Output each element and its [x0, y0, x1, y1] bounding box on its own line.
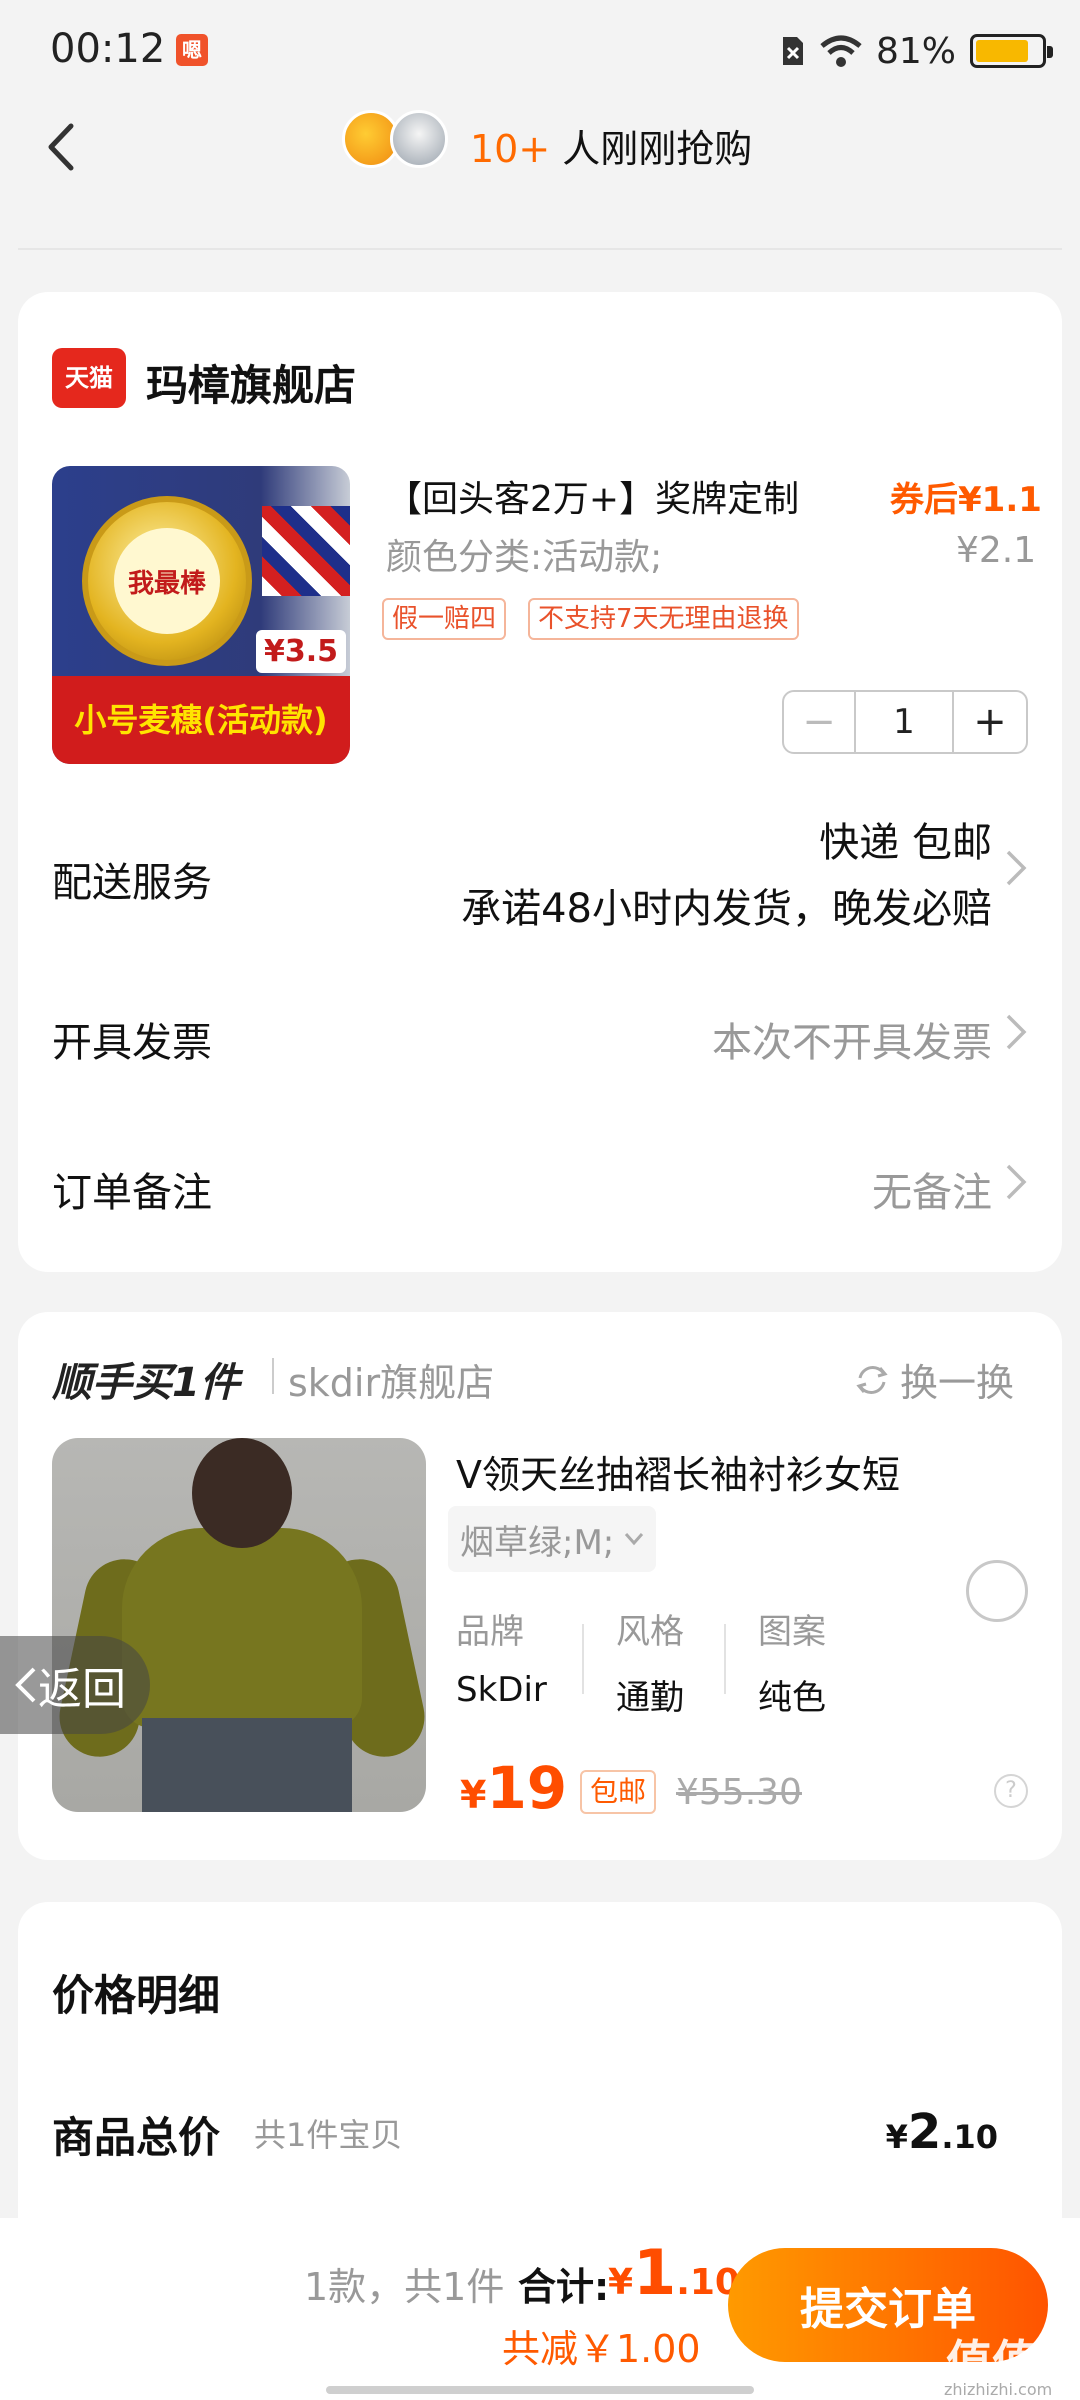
chevron-right-icon[interactable]: [1004, 1162, 1028, 1202]
status-indicators: 81%: [780, 26, 1054, 76]
attribute-value: SkDir: [456, 1670, 547, 1710]
price-after-coupon: 券后¥1.1: [890, 480, 1042, 520]
service-tag: 假一赔四: [382, 598, 507, 640]
addon-select-radio[interactable]: [966, 1560, 1028, 1622]
chevron-right-icon[interactable]: [1004, 848, 1028, 888]
divider: [18, 248, 1062, 250]
product-image[interactable]: 我最棒 ¥3.5 小号麦穗(活动款): [52, 466, 350, 764]
goods-count: 共1件宝贝: [254, 2116, 403, 2154]
attribute-key: 图案: [758, 1612, 826, 1652]
decrease-button[interactable]: −: [784, 692, 856, 752]
total-label: 合计:: [518, 2265, 610, 2309]
delivery-promise[interactable]: 承诺48小时内发货，晚发必赔: [461, 876, 992, 934]
app-notification-icon: 嗯: [176, 34, 208, 66]
tmall-logo: 天猫: [52, 348, 126, 408]
order-note-label: 订单备注: [52, 1170, 212, 1216]
chevron-right-icon[interactable]: [1004, 1012, 1028, 1052]
battery-percent: 81%: [876, 30, 957, 72]
addon-price-value: 19: [486, 1754, 568, 1822]
goods-total-label: 商品总价: [52, 2113, 221, 2162]
refresh-label: 换一换: [900, 1361, 1015, 1405]
quantity-stepper: − 1 +: [782, 690, 1028, 754]
price-detail-title: 价格明细: [52, 1971, 221, 2020]
addon-title: 顺手买1件: [52, 1360, 240, 1406]
delivery-label: 配送服务: [52, 860, 212, 906]
refresh-icon: [856, 1365, 888, 1394]
no-sim-icon: [783, 37, 803, 65]
invoice-label: 开具发票: [52, 1020, 212, 1066]
divider: [272, 1358, 274, 1394]
status-bar: 00:12 嗯 81%: [0, 0, 1080, 100]
attribute-key: 品牌: [456, 1612, 524, 1652]
recent-buyers-count: 10+: [470, 127, 551, 171]
attribute-value: 通勤: [616, 1678, 684, 1718]
recent-buyers: 10+ 人刚刚抢购: [470, 118, 752, 173]
image-banner: 小号麦穗(活动款): [52, 676, 350, 764]
addon-price: ¥19: [460, 1754, 567, 1822]
order-total: ¥1.10: [608, 2236, 740, 2309]
order-note-value[interactable]: 无备注: [872, 1160, 992, 1218]
help-icon[interactable]: ?: [994, 1774, 1028, 1808]
buyer-avatar: [390, 110, 448, 168]
goods-total-int: 2: [907, 2104, 942, 2160]
status-time: 00:12: [50, 26, 166, 72]
chevron-left-icon: [48, 123, 74, 171]
addon-store-name[interactable]: skdir旗舰店: [288, 1352, 494, 1407]
free-shipping-tag: 包邮: [580, 1770, 657, 1814]
service-tag: 不支持7天无理由退换: [528, 598, 799, 640]
home-indicator[interactable]: [326, 2386, 754, 2394]
medal-graphic: 我最棒: [82, 496, 252, 666]
price-original: ¥2.1: [956, 530, 1037, 571]
discount-summary[interactable]: 共减￥1.00: [502, 2318, 701, 2373]
item-count-summary: 1款，共1件: [304, 2265, 505, 2309]
floating-back-label: 返回: [38, 1664, 126, 1715]
increase-button[interactable]: +: [954, 692, 1026, 752]
order-card: [18, 292, 1062, 1272]
store-name[interactable]: 玛樟旗舰店: [146, 352, 356, 413]
battery-level: [976, 40, 1029, 62]
divider: [724, 1624, 726, 1694]
ribbon-graphic: [262, 506, 350, 596]
divider: [582, 1624, 584, 1694]
back-button[interactable]: [30, 112, 90, 182]
currency-symbol: ¥: [885, 2118, 908, 2156]
currency-symbol: ¥: [460, 1773, 487, 1817]
battery-icon: [970, 34, 1054, 68]
currency-symbol: ¥: [608, 2262, 634, 2303]
addon-product-title[interactable]: V领天丝抽褶长袖衬衫女短: [456, 1444, 900, 1499]
floating-back-button[interactable]: 返回: [0, 1636, 150, 1734]
product-title[interactable]: 【回头客2万+】奖牌定制: [386, 470, 799, 522]
recent-buyers-text: 人刚刚抢购: [550, 127, 753, 171]
addon-variant-select[interactable]: 烟草绿;M;: [448, 1506, 657, 1572]
order-total-int: 1: [633, 2236, 677, 2309]
goods-total-value: ¥2.10: [886, 2104, 998, 2160]
chevron-down-icon: [625, 1533, 644, 1546]
watermark-url: zhizhizhi.com: [944, 2380, 1053, 2399]
quantity-value[interactable]: 1: [856, 692, 954, 752]
wifi-icon: [820, 35, 862, 67]
goods-total-dec: .10: [941, 2118, 998, 2156]
delivery-method[interactable]: 快递 包邮: [819, 810, 992, 868]
invoice-value[interactable]: 本次不开具发票: [712, 1010, 992, 1068]
attribute-key: 风格: [616, 1612, 684, 1652]
medal-text: 我最棒: [127, 568, 206, 599]
image-price-label: ¥3.5: [256, 630, 347, 673]
addon-variant-value: 烟草绿;M;: [460, 1522, 615, 1563]
attribute-value: 纯色: [758, 1678, 826, 1718]
addon-product-image[interactable]: [52, 1438, 426, 1812]
addon-original-price: ¥55.30: [676, 1772, 802, 1813]
chevron-left-icon: [15, 1667, 36, 1703]
refresh-button[interactable]: 换一换: [852, 1352, 1014, 1407]
product-variant[interactable]: 颜色分类:活动款;: [386, 528, 662, 580]
